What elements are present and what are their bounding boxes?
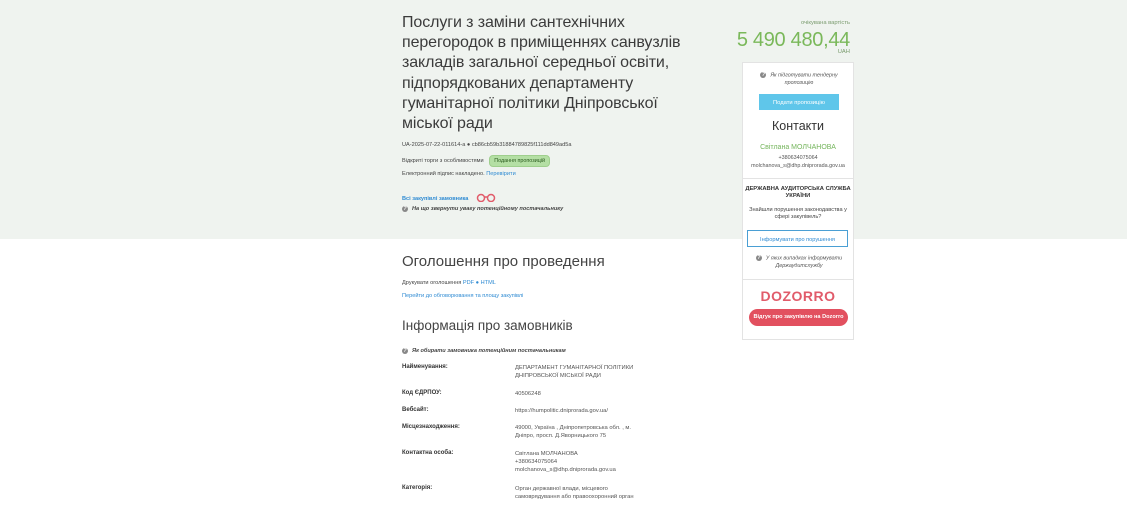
customer-section-title: Інформація про замовників <box>402 318 573 333</box>
contact-person-email[interactable]: molchanova_s@dhp.dniprorada.gov.ua <box>515 466 616 474</box>
category-label: Категорія: <box>402 485 433 491</box>
buyer-purchases-row: Всі закупівлі замовника <box>402 192 496 205</box>
all-buyer-purchases-link[interactable]: Всі закупівлі замовника <box>402 196 468 202</box>
discussion-link[interactable]: Перейти до обговорювання та площу закупі… <box>402 292 523 300</box>
contact-phone: +380634075064 <box>778 155 818 161</box>
category-value: Орган державної влади, місцевого самовря… <box>515 486 634 501</box>
edrpou-label: Код ЄДРПОУ: <box>402 390 442 396</box>
binoculars-icon[interactable] <box>476 192 496 205</box>
signature-text: Електронний підпис накладено. <box>402 171 485 177</box>
customer-name-label: Найменування: <box>402 364 448 370</box>
audit-service-title: ДЕРЖАВНА АУДИТОРСЬКА СЛУЖБА УКРАЇНИ <box>745 186 851 200</box>
audit-hint-text: У яких випадках інформувати Держаудитслу… <box>765 255 843 270</box>
prepare-bid-hint[interactable]: ? Як підготувати тендерну пропозицію <box>752 72 846 88</box>
contact-name: Світлана МОЛЧАНОВА <box>760 144 836 151</box>
audit-service-text: Знайшли порушення законодавства у сфері … <box>749 207 847 221</box>
sidebar-divider <box>742 178 854 179</box>
currency-label: UAH <box>837 49 850 55</box>
question-icon: ? <box>402 347 408 354</box>
location-label: Місцезнаходження: <box>402 424 460 430</box>
report-violation-button[interactable]: Інформувати про порушення <box>747 230 848 247</box>
status-badge: Подання пропозицій <box>489 155 551 167</box>
sidebar-divider <box>742 279 854 280</box>
customer-name-value: ДЕПАРТАМЕНТ ГУМАНІТАРНОЇ ПОЛІТИКИ ДНІПРО… <box>515 365 634 380</box>
location-value: 49000, Україна , Дніпропетровська обл. ,… <box>515 425 632 440</box>
contacts-title: Контакти <box>772 119 824 133</box>
print-row: Друкувати оголошення PDF ● HTML <box>402 279 496 287</box>
print-label: Друкувати оголошення <box>402 280 462 286</box>
bullet-separator: ● <box>475 280 480 286</box>
question-icon: ? <box>760 72 767 78</box>
website-label: Вебсайт: <box>402 407 429 413</box>
website-link[interactable]: https://humpolitic.dniprorada.gov.ua/ <box>515 407 608 415</box>
attention-hint-text: На що звернути увагу потенційному постач… <box>412 206 564 212</box>
contact-person-label: Контактна особа: <box>402 450 454 456</box>
procedure-status: Відкриті торги з особливостями Подання п… <box>402 155 551 167</box>
dozorro-logo[interactable]: DOZORRO <box>742 288 854 304</box>
question-icon: ? <box>402 205 408 212</box>
customer-hint[interactable]: ? Як обирати замовника потенційним постач… <box>402 347 566 355</box>
procedure-type: Відкриті торги з особливостями <box>402 158 484 164</box>
announcement-title: Оголошення про проведення <box>402 253 605 270</box>
print-html-link[interactable]: HTML <box>481 280 496 286</box>
submit-bid-button[interactable]: Подати пропозицію <box>759 94 839 110</box>
prepare-bid-hint-text: Як підготувати тендерну пропозицію <box>770 72 838 87</box>
attention-hint[interactable]: ? На що звернути увагу потенційному поста… <box>402 205 563 213</box>
expected-cost-label: очікувана вартість <box>800 20 850 26</box>
edrpou-value: 40506248 <box>515 391 541 397</box>
tender-id: UA-2025-07-22-011614-a ● cb86cb59b318847… <box>402 142 572 148</box>
question-icon: ? <box>755 255 762 261</box>
print-pdf-link[interactable]: PDF <box>463 280 474 286</box>
audit-hint[interactable]: ? У яких випадках інформувати Держаудитсл… <box>752 255 846 271</box>
signature-line: Електронний підпис накладено. Перевірити <box>402 170 516 178</box>
contact-email[interactable]: molchanova_s@dhp.dniprorada.gov.ua <box>742 163 854 169</box>
tender-title: Послуги з заміни сантехнічних перегородо… <box>402 14 681 133</box>
dozorro-feedback-button[interactable]: Відгук про закупівлю на Dozorro <box>749 309 848 326</box>
verify-signature-link[interactable]: Перевірити <box>486 171 516 177</box>
expected-cost-amount: 5 490 480,44 <box>736 29 850 51</box>
customer-hint-text: Як обирати замовника потенційним постача… <box>412 348 566 354</box>
